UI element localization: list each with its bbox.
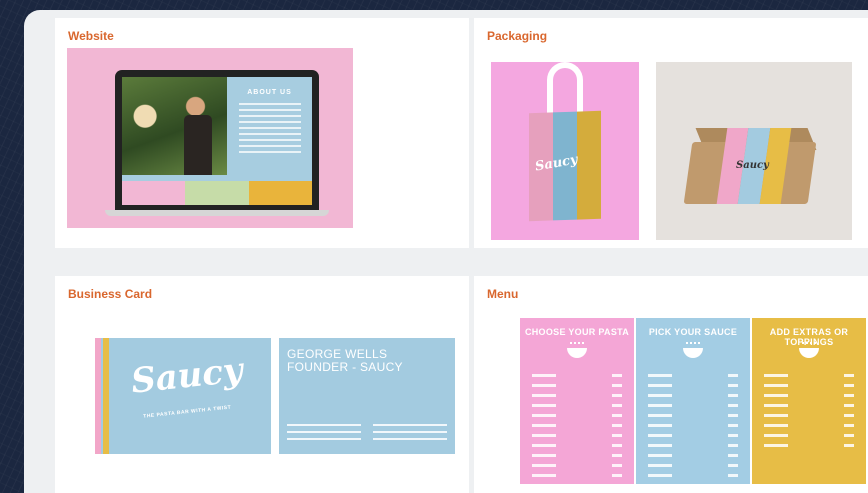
laptop-mockup: ABOUT US [115, 70, 319, 210]
laptop-screen: ABOUT US [122, 77, 312, 205]
about-us-heading: ABOUT US [247, 89, 292, 96]
bowl-icon [567, 348, 587, 358]
bag-mockup: Saucy [491, 62, 639, 240]
card-tagline: THE PASTA BAR WITH A TWIST [142, 404, 232, 420]
menu-heading-sauce: PICK YOUR SAUCE [648, 327, 738, 337]
card-contacts [287, 419, 447, 440]
menu-column-pasta: CHOOSE YOUR PASTA [520, 318, 634, 484]
about-text-lines [239, 103, 301, 157]
packaging-title: Packaging [487, 29, 548, 43]
menu-column-extras: ADD EXTRAS OR TOPPINGS [752, 318, 866, 484]
card-back: GEORGE WELLS FOUNDER - SAUCY [279, 338, 455, 454]
card-stripe-pink [95, 338, 101, 454]
packaging-panel: Packaging Saucy Saucy [474, 18, 868, 248]
website-title: Website [68, 29, 114, 43]
box-mockup: Saucy [656, 62, 852, 240]
menu-heading-pasta: CHOOSE YOUR PASTA [524, 327, 630, 337]
card-role: FOUNDER - SAUCY [287, 360, 403, 374]
box-logo: Saucy [736, 160, 769, 171]
card-name-block: GEORGE WELLS FOUNDER - SAUCY [287, 348, 447, 374]
bowl-icon [683, 348, 703, 358]
business-card-panel: Business Card Saucy THE PASTA BAR WITH A… [55, 276, 469, 493]
menu-column-sauce: PICK YOUR SAUCE [636, 318, 750, 484]
screen-footer-strip [122, 181, 312, 205]
menu-title: Menu [487, 287, 519, 301]
laptop-base [105, 210, 329, 216]
website-panel: Website ABOUT US [55, 18, 469, 248]
design-board: Website ABOUT US Packaging Saucy Saucy B… [24, 10, 868, 493]
bowl-icon [799, 348, 819, 358]
business-card-title: Business Card [68, 287, 153, 301]
chefs-photo [122, 77, 227, 175]
menu-panel: Menu CHOOSE YOUR PASTA PICK YOUR SAUCE A… [474, 276, 868, 493]
card-stripe-yellow [103, 338, 109, 454]
card-front: Saucy THE PASTA BAR WITH A TWIST [95, 338, 271, 454]
card-logo: Saucy [129, 350, 245, 402]
